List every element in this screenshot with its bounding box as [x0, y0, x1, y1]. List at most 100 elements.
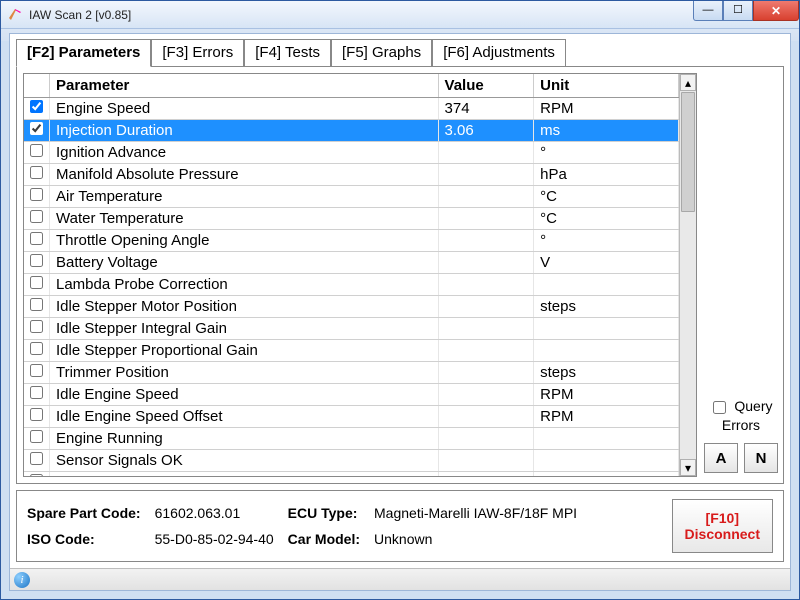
row-parameter: Throttle at Min/Max	[50, 472, 439, 477]
row-checkbox[interactable]	[30, 320, 43, 333]
client-area: [F2] Parameters [F3] Errors [F4] Tests […	[9, 33, 791, 591]
row-checkbox[interactable]	[30, 342, 43, 355]
table-row[interactable]: Trimmer Position steps	[24, 362, 679, 384]
row-checkbox[interactable]	[30, 254, 43, 267]
tab-errors[interactable]: [F3] Errors	[151, 39, 244, 66]
row-checkbox[interactable]	[30, 430, 43, 443]
row-checkbox[interactable]	[30, 474, 43, 476]
row-unit: °C	[534, 186, 679, 208]
query-errors-checkbox[interactable]: Query Errors	[709, 398, 772, 433]
table-row[interactable]: Throttle Opening Angle°	[24, 230, 679, 252]
row-checkbox[interactable]	[30, 364, 43, 377]
row-value	[438, 384, 534, 406]
row-parameter: Idle Stepper Motor Position	[50, 296, 439, 318]
table-row[interactable]: Injection Duration3.06ms	[24, 120, 679, 142]
row-unit: RPM	[534, 406, 679, 428]
row-unit	[534, 340, 679, 362]
row-checkbox-cell[interactable]	[24, 362, 50, 384]
row-value	[438, 252, 534, 274]
table-row[interactable]: Idle Stepper Motor Positionsteps	[24, 296, 679, 318]
parameters-table-wrap: Parameter Value Unit Engine Speed374RPMI…	[23, 73, 697, 477]
tab-parameters[interactable]: [F2] Parameters	[16, 39, 151, 67]
row-checkbox[interactable]	[30, 188, 43, 201]
row-value	[438, 274, 534, 296]
info-icon[interactable]: i	[14, 572, 30, 588]
table-row[interactable]: Lambda Probe Correction	[24, 274, 679, 296]
tab-bar: [F2] Parameters [F3] Errors [F4] Tests […	[10, 34, 790, 66]
row-checkbox-cell[interactable]	[24, 120, 50, 142]
row-checkbox-cell[interactable]	[24, 186, 50, 208]
status-panel: Spare Part Code: 61602.063.01 ECU Type: …	[16, 490, 784, 562]
iso-code-label: ISO Code:	[27, 531, 141, 547]
titlebar[interactable]: IAW Scan 2 [v0.85] — ☐ ✕	[1, 1, 799, 29]
table-row[interactable]: Throttle at Min/Max	[24, 472, 679, 477]
button-a[interactable]: A	[704, 443, 738, 473]
row-checkbox[interactable]	[30, 276, 43, 289]
row-checkbox-cell[interactable]	[24, 208, 50, 230]
table-row[interactable]: Idle Stepper Integral Gain	[24, 318, 679, 340]
row-value	[438, 362, 534, 384]
table-row[interactable]: Idle Stepper Proportional Gain	[24, 340, 679, 362]
row-parameter: Trimmer Position	[50, 362, 439, 384]
table-row[interactable]: Engine Speed374RPM	[24, 98, 679, 120]
row-checkbox[interactable]	[30, 452, 43, 465]
tab-tests[interactable]: [F4] Tests	[244, 39, 331, 66]
button-n[interactable]: N	[744, 443, 778, 473]
row-checkbox-cell[interactable]	[24, 142, 50, 164]
row-checkbox[interactable]	[30, 298, 43, 311]
row-unit	[534, 274, 679, 296]
col-unit[interactable]: Unit	[534, 74, 679, 98]
table-row[interactable]: Sensor Signals OK	[24, 450, 679, 472]
row-value	[438, 208, 534, 230]
table-row[interactable]: Air Temperature°C	[24, 186, 679, 208]
tab-graphs[interactable]: [F5] Graphs	[331, 39, 432, 66]
col-value[interactable]: Value	[438, 74, 534, 98]
row-checkbox-cell[interactable]	[24, 318, 50, 340]
minimize-button[interactable]: —	[693, 1, 723, 21]
car-model-label: Car Model:	[288, 531, 360, 547]
row-unit: steps	[534, 362, 679, 384]
table-row[interactable]: Water Temperature°C	[24, 208, 679, 230]
table-row[interactable]: Manifold Absolute PressurehPa	[24, 164, 679, 186]
row-unit: °	[534, 230, 679, 252]
row-checkbox-cell[interactable]	[24, 428, 50, 450]
vertical-scrollbar[interactable]: ▴ ▾	[679, 74, 696, 476]
scroll-up-button[interactable]: ▴	[680, 74, 696, 91]
close-button[interactable]: ✕	[753, 1, 799, 21]
scroll-thumb[interactable]	[681, 92, 695, 212]
row-unit: RPM	[534, 98, 679, 120]
row-checkbox-cell[interactable]	[24, 164, 50, 186]
table-row[interactable]: Idle Engine SpeedRPM	[24, 384, 679, 406]
row-checkbox-cell[interactable]	[24, 406, 50, 428]
row-checkbox-cell[interactable]	[24, 252, 50, 274]
row-checkbox-cell[interactable]	[24, 98, 50, 120]
row-checkbox[interactable]	[30, 408, 43, 421]
row-checkbox[interactable]	[30, 122, 43, 135]
row-checkbox[interactable]	[30, 232, 43, 245]
col-parameter[interactable]: Parameter	[50, 74, 439, 98]
row-checkbox-cell[interactable]	[24, 274, 50, 296]
table-row[interactable]: Ignition Advance°	[24, 142, 679, 164]
row-checkbox-cell[interactable]	[24, 450, 50, 472]
row-checkbox[interactable]	[30, 100, 43, 113]
scroll-down-button[interactable]: ▾	[680, 459, 696, 476]
table-row[interactable]: Battery VoltageV	[24, 252, 679, 274]
row-checkbox-cell[interactable]	[24, 296, 50, 318]
row-checkbox[interactable]	[30, 166, 43, 179]
maximize-button[interactable]: ☐	[723, 1, 753, 21]
row-checkbox-cell[interactable]	[24, 384, 50, 406]
row-checkbox-cell[interactable]	[24, 340, 50, 362]
table-row[interactable]: Engine Running	[24, 428, 679, 450]
row-checkbox[interactable]	[30, 210, 43, 223]
row-checkbox[interactable]	[30, 144, 43, 157]
disconnect-button[interactable]: [F10] Disconnect	[672, 499, 773, 553]
query-errors-input[interactable]	[713, 401, 726, 414]
row-parameter: Idle Stepper Integral Gain	[50, 318, 439, 340]
row-checkbox[interactable]	[30, 386, 43, 399]
tab-adjustments[interactable]: [F6] Adjustments	[432, 39, 566, 66]
row-checkbox-cell[interactable]	[24, 230, 50, 252]
table-row[interactable]: Idle Engine Speed OffsetRPM	[24, 406, 679, 428]
row-value	[438, 340, 534, 362]
col-check[interactable]	[24, 74, 50, 98]
row-value	[438, 296, 534, 318]
